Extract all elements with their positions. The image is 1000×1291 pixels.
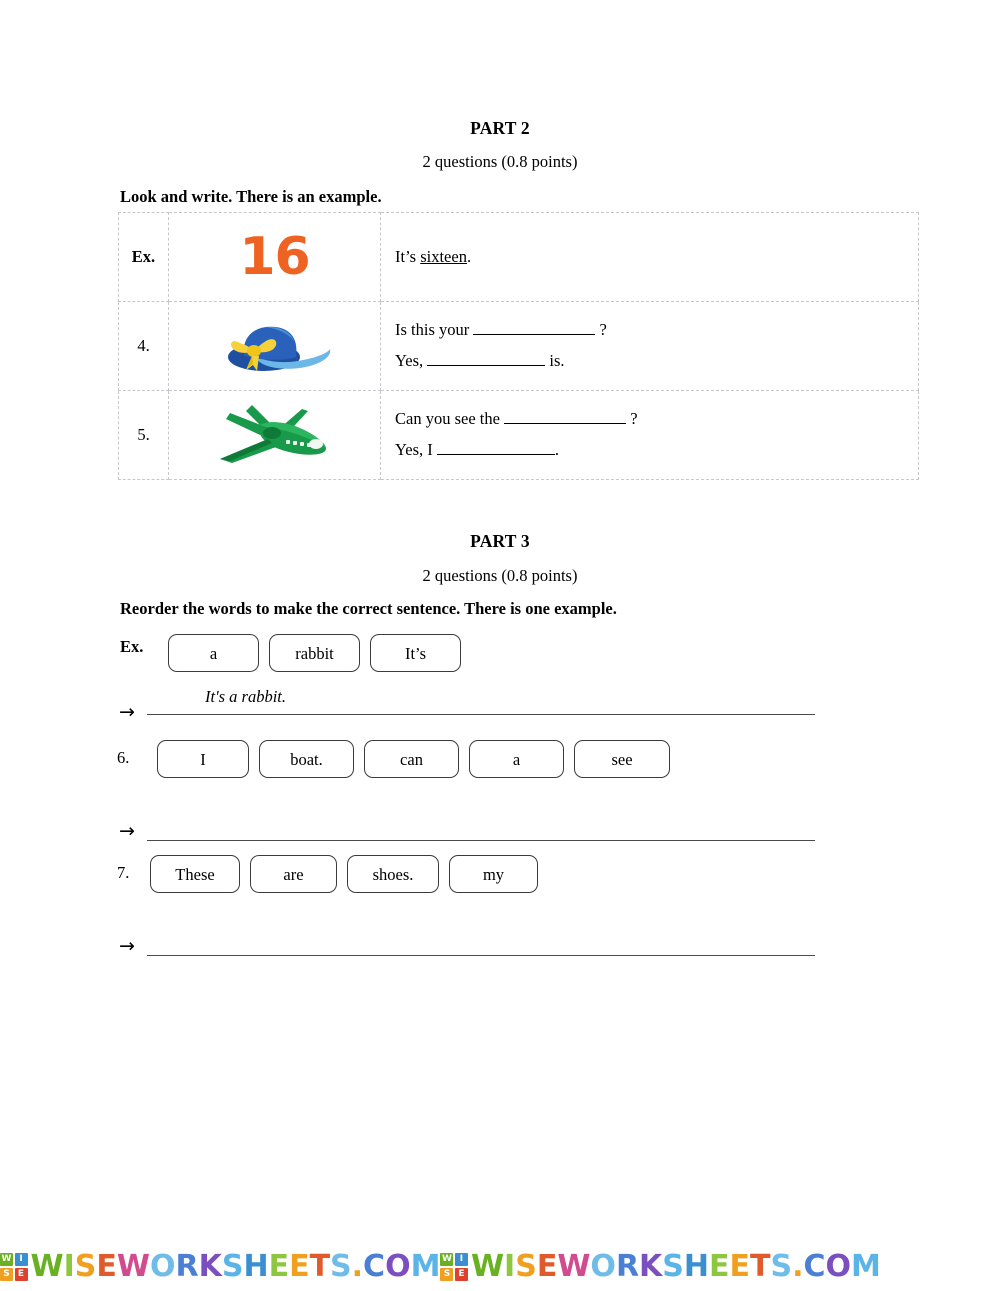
part3-example-label: Ex.: [120, 637, 144, 656]
word-tile[interactable]: rabbit: [269, 634, 360, 672]
word-tile[interactable]: a: [469, 740, 564, 778]
word-tile[interactable]: my: [449, 855, 538, 893]
part2-title: PART 2: [470, 118, 530, 138]
q5-line1-post: ?: [626, 409, 638, 429]
table-row: 4. Is this your ? Yes, is.: [118, 301, 919, 391]
worksheet-page: PART 2 2 questions (0.8 points) Look and…: [0, 0, 1000, 1291]
logo-letter-i: I: [454, 1253, 468, 1267]
word-tile[interactable]: see: [574, 740, 670, 778]
word-tile[interactable]: can: [364, 740, 459, 778]
arrow-icon: →: [119, 820, 135, 842]
word-tile[interactable]: a: [168, 634, 259, 672]
wiseworksheets-logo-icon: W I S E: [0, 1253, 28, 1281]
row-picture-cell: [168, 390, 381, 480]
part3-q7-answer-line[interactable]: [147, 955, 815, 956]
arrow-icon: →: [119, 701, 135, 723]
q4-line2-pre: Yes,: [395, 351, 428, 370]
watermark-text-1: WISEWORKSHEETS.COM: [30, 1249, 441, 1284]
part3-instruction: Reorder the words to make the correct se…: [120, 599, 617, 618]
q4-line1-post: ?: [595, 320, 607, 340]
part3-q7-label: 7.: [117, 863, 130, 882]
part3-subtitle: 2 questions (0.8 points): [422, 566, 578, 585]
watermark-unit: W I S E WISEWORKSHEETS.COM: [0, 1252, 440, 1282]
word-tile[interactable]: boat.: [259, 740, 354, 778]
blue-hat-icon: [216, 313, 334, 380]
arrow-icon: →: [119, 935, 135, 957]
q4-line1-pre: Is this your: [395, 320, 474, 340]
part3-example-answer-line: [147, 714, 815, 715]
q4-blank-1[interactable]: [473, 319, 596, 336]
row-text-cell: Can you see the ? Yes, I .: [380, 390, 919, 480]
q5-blank-2[interactable]: [436, 438, 555, 455]
part2-instruction: Look and write. There is an example.: [120, 187, 382, 206]
part3-q6-answer-line[interactable]: [147, 840, 815, 841]
number-16-icon: 16: [239, 227, 310, 287]
logo-letter-e: E: [454, 1267, 468, 1281]
logo-letter-i: I: [14, 1253, 28, 1267]
footer-watermark: W I S E WISEWORKSHEETS.COM W I S E WISEW…: [0, 1243, 1000, 1291]
q5-line1-pre: Can you see the: [395, 409, 505, 429]
logo-letter-s: S: [0, 1267, 13, 1281]
q5-blank-1[interactable]: [504, 408, 627, 425]
word-tile[interactable]: It’s: [370, 634, 461, 672]
watermark-text-2: WISEWORKSHEETS.COM: [470, 1249, 881, 1284]
part2-subtitle: 2 questions (0.8 points): [422, 152, 578, 171]
word-tile[interactable]: are: [250, 855, 337, 893]
word-tile[interactable]: shoes.: [347, 855, 439, 893]
part2-table: Ex. 16 It’s sixteen. 4. Is this your ? Y…: [118, 212, 919, 480]
table-row: Ex. 16 It’s sixteen.: [118, 212, 919, 302]
part3-example-answer: It's a rabbit.: [205, 687, 286, 706]
word-tile[interactable]: These: [150, 855, 240, 893]
row-number: Ex.: [118, 212, 169, 302]
q5-line2-post: .: [554, 440, 560, 459]
q4-blank-2[interactable]: [427, 349, 546, 366]
row-number: 4.: [118, 301, 169, 391]
example-sentence-post: .: [466, 246, 472, 266]
logo-letter-s: S: [440, 1267, 454, 1281]
logo-letter-e: E: [14, 1267, 28, 1281]
part3-q6-label: 6.: [117, 748, 130, 767]
part3-q6-word-row: I boat. can a see: [157, 740, 670, 778]
q4-line2-post: is.: [545, 351, 565, 370]
row-text-cell: It’s sixteen.: [380, 212, 919, 302]
logo-letter-w: W: [440, 1253, 454, 1267]
example-answer-word: sixteen: [420, 246, 467, 266]
green-airplane-icon: [212, 397, 338, 474]
part3-title: PART 3: [470, 531, 530, 551]
example-sentence-pre: It’s: [395, 246, 421, 266]
logo-letter-w: W: [0, 1253, 13, 1267]
part3-q7-word-row: These are shoes. my: [150, 855, 538, 893]
word-tile[interactable]: I: [157, 740, 249, 778]
row-picture-cell: [168, 301, 381, 391]
watermark-unit: W I S E WISEWORKSHEETS.COM: [440, 1249, 881, 1284]
row-text-cell: Is this your ? Yes, is.: [380, 301, 919, 391]
wiseworksheets-logo-icon: W I S E: [440, 1253, 468, 1281]
row-picture-cell: 16: [168, 212, 381, 302]
table-row: 5. Can you see the ? Yes, I .: [118, 390, 919, 480]
q5-line2-pre: Yes, I: [395, 440, 437, 459]
part3-example-word-row: a rabbit It’s: [168, 634, 461, 672]
row-number: 5.: [118, 390, 169, 480]
